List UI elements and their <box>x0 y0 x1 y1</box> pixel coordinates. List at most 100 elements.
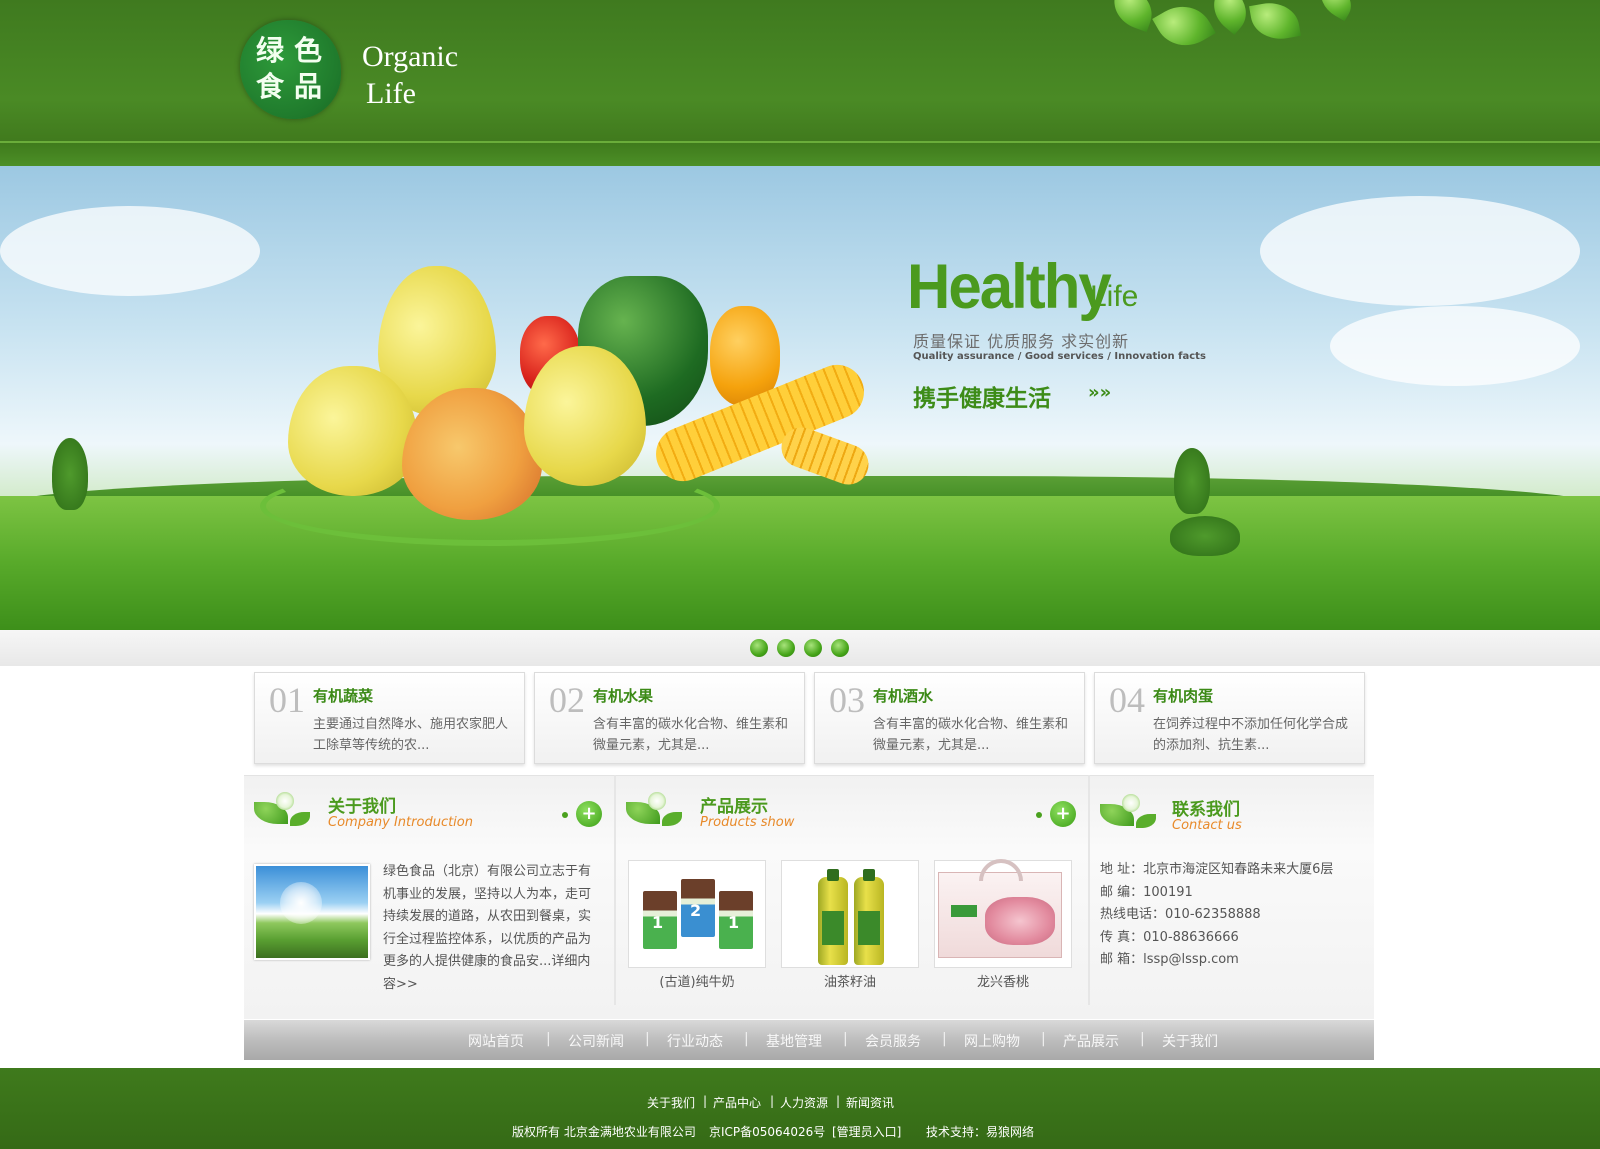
about-more-button[interactable]: + <box>576 801 602 827</box>
leaf-decoration-icon <box>1152 0 1216 58</box>
milk-carton: 2 <box>681 879 715 937</box>
landscape-image <box>254 864 370 960</box>
footer-link-about[interactable]: 关于我们 <box>647 1094 695 1111</box>
nav-about[interactable]: 关于我们 <box>1162 1031 1218 1051</box>
milk-carton: 1 <box>719 891 753 949</box>
banner-headline: Healthy <box>907 251 1112 322</box>
section-title-about[interactable]: 关于我们 <box>328 792 396 817</box>
feature-number: 02 <box>549 680 585 720</box>
footer-link-news[interactable]: 新闻资讯 <box>846 1094 894 1111</box>
header-stripe <box>0 143 1600 166</box>
more-dot <box>1036 812 1042 818</box>
slide-dot-3[interactable] <box>804 639 822 657</box>
contact-hotline: 热线电话：010-62358888 <box>1100 907 1261 922</box>
feature-title[interactable]: 有机酒水 <box>873 685 933 706</box>
feature-card[interactable]: 04 有机肉蛋 在饲养过程中不添加任何化学合成的添加剂、抗生素... <box>1094 672 1365 764</box>
nav-industry[interactable]: 行业动态 <box>667 1031 723 1051</box>
products-more-button[interactable]: + <box>1050 801 1076 827</box>
leaf-decoration-icon <box>1249 0 1301 44</box>
site-header: 绿 色 食 品 Organic Life <box>0 0 1600 166</box>
contact-postcode: 邮 编：100191 <box>1100 884 1193 900</box>
feature-title[interactable]: 有机肉蛋 <box>1153 685 1213 706</box>
leaf-decoration-icon <box>1313 0 1359 22</box>
footer-support: 技术支持：易狼网络 <box>926 1125 1035 1139</box>
footer-copyright: 版权所有 北京金满地农业有限公司 <box>512 1125 696 1139</box>
leaf-decoration-icon <box>1107 0 1159 33</box>
footer-admin-link[interactable]: [管理员入口] <box>832 1123 901 1140</box>
feature-description: 含有丰富的碳水化合物、维生素和微量元素，尤其是... <box>873 717 1069 753</box>
nav-company-news[interactable]: 公司新闻 <box>568 1031 624 1051</box>
oil-bottle <box>854 869 884 965</box>
site-footer: 关于我们 | 产品中心 | 人力资源 | 新闻资讯 版权所有 北京金满地农业有限… <box>0 1068 1600 1149</box>
gift-box <box>938 859 1062 958</box>
nav-products[interactable]: 产品展示 <box>1063 1031 1119 1051</box>
banner-slogan: 质量保证 优质服务 求实创新 <box>913 332 1130 351</box>
feature-title[interactable]: 有机蔬菜 <box>313 685 373 706</box>
footer-link-products[interactable]: 产品中心 <box>713 1094 761 1111</box>
banner-slogan-en: Quality assurance / Good services / Inno… <box>913 351 1206 362</box>
double-chevron-right-icon[interactable]: »» <box>1088 382 1111 403</box>
nav-separator: | <box>744 1031 749 1047</box>
bottom-nav: 网站首页 | 公司新闻 | 行业动态 | 基地管理 | 会员服务 | 网上购物 … <box>244 1020 1374 1060</box>
tree <box>52 438 88 510</box>
cloud <box>1330 306 1580 386</box>
footer-separator: | <box>836 1094 841 1108</box>
slide-dot-4[interactable] <box>831 639 849 657</box>
product-card[interactable] <box>781 860 919 968</box>
product-card[interactable]: 1 2 1 <box>628 860 766 968</box>
leaf-flower-icon <box>626 792 684 832</box>
logo[interactable]: 绿 色 食 品 <box>240 20 341 119</box>
slider-indicator <box>0 630 1600 666</box>
cloud <box>0 206 260 296</box>
leaf-flower-icon <box>1100 794 1158 834</box>
nav-separator: | <box>843 1031 848 1047</box>
banner-headline-suffix: Life <box>1090 280 1139 313</box>
section-subtitle-about: Company Introduction <box>328 815 473 830</box>
nav-base-management[interactable]: 基地管理 <box>766 1031 822 1051</box>
section-subtitle-contact: Contact us <box>1172 818 1242 833</box>
nav-separator: | <box>645 1031 650 1047</box>
tree <box>1170 516 1240 556</box>
footer-separator: | <box>770 1094 775 1108</box>
feature-card[interactable]: 01 有机蔬菜 主要通过自然降水、施用农家肥人工除草等传统的农... <box>254 672 525 764</box>
section-subtitle-products: Products show <box>700 815 795 830</box>
logo-char: 品 <box>294 70 323 103</box>
feature-number: 04 <box>1109 680 1145 720</box>
nav-separator: | <box>546 1031 551 1047</box>
more-dot <box>562 812 568 818</box>
nav-home[interactable]: 网站首页 <box>468 1031 524 1051</box>
banner-cta[interactable]: 携手健康生活 <box>913 379 1051 413</box>
nav-member-service[interactable]: 会员服务 <box>865 1031 921 1051</box>
footer-link-hr[interactable]: 人力资源 <box>780 1094 828 1111</box>
feature-description: 在饲养过程中不添加任何化学合成的添加剂、抗生素... <box>1153 717 1349 753</box>
product-label[interactable]: 油茶籽油 <box>781 971 919 990</box>
feature-card[interactable]: 03 有机酒水 含有丰富的碳水化合物、维生素和微量元素，尤其是... <box>814 672 1085 764</box>
column-divider <box>614 775 616 1005</box>
nav-separator: | <box>1041 1031 1046 1047</box>
milk-carton: 1 <box>643 891 677 949</box>
contact-info: 地 址：北京市海淀区知春路未来大厦6层 邮 编：100191 热线电话：010-… <box>1100 859 1368 972</box>
nav-online-shopping[interactable]: 网上购物 <box>964 1031 1020 1051</box>
about-text[interactable]: 绿色食品（北京）有限公司立志于有机事业的发展，坚持以人为本，走可持续发展的道路，… <box>383 861 595 996</box>
feature-title[interactable]: 有机水果 <box>593 685 653 706</box>
section-title-contact[interactable]: 联系我们 <box>1172 795 1240 820</box>
cloud <box>1260 196 1580 306</box>
brand-name: Life <box>366 77 416 110</box>
footer-icp[interactable]: 京ICP备05064026号 <box>709 1123 825 1140</box>
logo-char: 绿 <box>256 34 285 67</box>
logo-char: 色 <box>294 34 323 67</box>
section-title-products[interactable]: 产品展示 <box>700 792 768 817</box>
contact-email[interactable]: 邮 箱：lssp@lssp.com <box>1100 949 1368 972</box>
nav-separator: | <box>1140 1031 1145 1047</box>
footer-separator: | <box>703 1094 708 1108</box>
hero-banner[interactable]: Healthy Life 质量保证 优质服务 求实创新 Quality assu… <box>0 166 1600 630</box>
slide-dot-1[interactable] <box>750 639 768 657</box>
product-label[interactable]: (古道)纯牛奶 <box>628 971 766 990</box>
column-divider <box>1088 775 1090 1005</box>
nav-separator: | <box>942 1031 947 1047</box>
slide-dot-2[interactable] <box>777 639 795 657</box>
feature-card[interactable]: 02 有机水果 含有丰富的碳水化合物、维生素和微量元素，尤其是... <box>534 672 805 764</box>
contact-address: 地 址：北京市海淀区知春路未来大厦6层 <box>1100 862 1334 877</box>
grass-field <box>0 496 1600 630</box>
product-label[interactable]: 龙兴香桃 <box>934 971 1072 990</box>
